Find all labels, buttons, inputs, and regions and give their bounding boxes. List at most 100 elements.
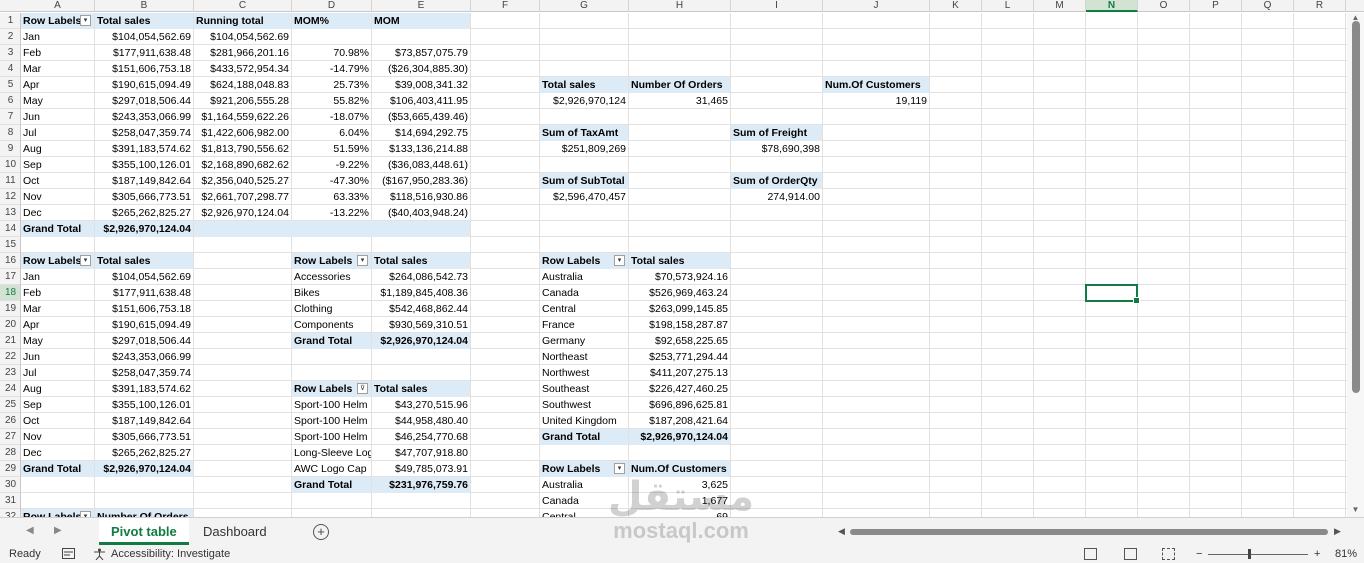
pivot-mom-cell[interactable]: ($167,950,283.36) [372, 173, 470, 189]
pivot-customers-value[interactable]: 3,625 [629, 477, 730, 493]
pivot-product-value[interactable]: $44,958,480.40 [372, 413, 470, 429]
pivot-category-label[interactable]: Bikes [292, 285, 371, 301]
pivot-category-label[interactable]: Accessories [292, 269, 371, 285]
pivot-mom-cell[interactable]: $151,606,753.18 [95, 61, 193, 77]
pivot-month-label[interactable]: Dec [21, 445, 94, 461]
pivot-product-label[interactable]: Sport-100 Helm [292, 397, 371, 413]
row-header-25[interactable]: 25 [0, 397, 20, 413]
pivot-mom-cell[interactable]: $1,164,559,622.26 [194, 109, 291, 125]
pivot-month-label[interactable]: Aug [21, 381, 94, 397]
pivot-mom-cell[interactable]: Aug [21, 141, 94, 157]
column-header-l[interactable]: L [982, 0, 1034, 12]
row-header-29[interactable]: 29 [0, 461, 20, 477]
pivot-mom-cell[interactable]: $190,615,094.49 [95, 77, 193, 93]
pivot-mom-cell[interactable]: Dec [21, 205, 94, 221]
pivot-mom-cell[interactable]: ($40,403,948.24) [372, 205, 470, 221]
pivot-product-label[interactable]: Sport-100 Helm [292, 413, 371, 429]
pivot-mom-cell[interactable]: $281,966,201.16 [194, 45, 291, 61]
column-header-n[interactable]: N [1086, 0, 1138, 12]
pivot-month-value[interactable]: $243,353,066.99 [95, 349, 193, 365]
pivot-region-value[interactable]: $526,969,463.24 [629, 285, 730, 301]
pivot-mom-cell[interactable]: $187,149,842.64 [95, 173, 193, 189]
pivot-month-label[interactable]: Jun [21, 349, 94, 365]
pivot-mom-cell[interactable]: $106,403,411.95 [372, 93, 470, 109]
pivot-region-label[interactable]: Central [540, 301, 628, 317]
pivot-category-filter-button[interactable]: ▾ [357, 255, 368, 266]
pivot-product-value[interactable]: $46,254,770.68 [372, 429, 470, 445]
row-header-19[interactable]: 19 [0, 301, 20, 317]
pivot-customers-filter-button[interactable]: ▾ [614, 463, 625, 474]
pivot-mom-cell[interactable]: $133,136,214.88 [372, 141, 470, 157]
pivot-mom-cell[interactable]: 51.59% [292, 141, 371, 157]
row-header-7[interactable]: 7 [0, 109, 20, 125]
pivot-product-grand-total-value[interactable]: $231,976,759.76 [372, 477, 470, 493]
normal-view-icon[interactable] [1084, 548, 1097, 560]
pivot-region-label[interactable]: Southwest [540, 397, 628, 413]
pivot-mom-cell[interactable]: $243,353,066.99 [95, 109, 193, 125]
pivot-mom-cell[interactable]: -9.22% [292, 157, 371, 173]
pivot-month-grand-total-label[interactable]: Grand Total [21, 461, 94, 477]
pivot-customers-label[interactable]: Central [540, 509, 628, 517]
pivot-mom-cell[interactable]: $258,047,359.74 [95, 125, 193, 141]
row-header-16[interactable]: 16 [0, 253, 20, 269]
pivot-category-label[interactable]: Components [292, 317, 371, 333]
pivot-category-value[interactable]: $1,189,845,408.36 [372, 285, 470, 301]
pivot-month-value[interactable]: $258,047,359.74 [95, 365, 193, 381]
pivot-month-value[interactable]: $305,666,773.51 [95, 429, 193, 445]
stat-total-sales-label[interactable]: Total sales [540, 77, 628, 93]
pivot-mom-cell[interactable]: Jan [21, 29, 94, 45]
pivot-region-label[interactable]: United Kingdom [540, 413, 628, 429]
pivot-mom-cell[interactable]: $39,008,341.32 [372, 77, 470, 93]
accessibility-status[interactable]: Accessibility: Investigate [111, 548, 230, 561]
pivot-region-value[interactable]: $696,896,625.81 [629, 397, 730, 413]
pivot-month-label[interactable]: Mar [21, 301, 94, 317]
pivot-region-value[interactable]: $70,573,924.16 [629, 269, 730, 285]
column-header-p[interactable]: P [1190, 0, 1242, 12]
pivot-mom-cell[interactable]: $2,661,707,298.77 [194, 189, 291, 205]
row-header-9[interactable]: 9 [0, 141, 20, 157]
row-header-11[interactable]: 11 [0, 173, 20, 189]
page-break-view-icon[interactable] [1162, 548, 1175, 560]
scroll-left-arrow[interactable]: ◀ [838, 526, 845, 537]
pivot-region-label[interactable]: Northeast [540, 349, 628, 365]
pivot-product-filter-active-icon[interactable]: ⊽ [357, 383, 368, 394]
pivot-customers-value[interactable]: 1,677 [629, 493, 730, 509]
pivot-mom-cell[interactable]: $14,694,292.75 [372, 125, 470, 141]
pivot-month-header-sales[interactable]: Total sales [95, 253, 193, 269]
row-header-5[interactable]: 5 [0, 77, 20, 93]
pivot-customers-label[interactable]: Australia [540, 477, 628, 493]
column-header-m[interactable]: M [1034, 0, 1086, 12]
pivot-mom-cell[interactable]: -18.07% [292, 109, 371, 125]
pivot-mom-grand-total-label[interactable]: Grand Total [21, 221, 94, 237]
column-header-r[interactable]: R [1294, 0, 1346, 12]
pivot-month-value[interactable]: $355,100,126.01 [95, 397, 193, 413]
pivot-month-filter-button[interactable]: ▾ [80, 255, 91, 266]
pivot-mom-header-3[interactable]: MOM% [292, 13, 371, 29]
column-header-g[interactable]: G [540, 0, 629, 12]
pivot-region-value[interactable]: $92,658,225.65 [629, 333, 730, 349]
pivot-category-header-sales[interactable]: Total sales [372, 253, 470, 269]
column-header-j[interactable]: J [823, 0, 930, 12]
row-header-2[interactable]: 2 [0, 29, 20, 45]
pivot-mom-cell[interactable]: $104,054,562.69 [194, 29, 291, 45]
pivot-region-value[interactable]: $253,771,294.44 [629, 349, 730, 365]
vertical-scroll-thumb[interactable] [1352, 21, 1360, 393]
column-header-c[interactable]: C [194, 0, 292, 12]
row-header-21[interactable]: 21 [0, 333, 20, 349]
pivot-mom-header-1[interactable]: Total sales [95, 13, 193, 29]
pivot-mom-cell[interactable]: 70.98% [292, 45, 371, 61]
row-header-3[interactable]: 3 [0, 45, 20, 61]
pivot-month-label[interactable]: Apr [21, 317, 94, 333]
column-header-k[interactable]: K [930, 0, 982, 12]
row-header-32[interactable]: 32 [0, 509, 20, 517]
pivot-category-value[interactable]: $542,468,862.44 [372, 301, 470, 317]
pivot-region-label[interactable]: Canada [540, 285, 628, 301]
horizontal-scrollbar[interactable]: ◀ ▶ [838, 526, 1344, 538]
column-header-h[interactable]: H [629, 0, 731, 12]
sheet-tab-dashboard[interactable]: Dashboard [191, 518, 279, 545]
pivot-mom-filter-button[interactable]: ▾ [80, 15, 91, 26]
zoom-level[interactable]: 81% [1335, 548, 1357, 561]
pivot-month-value[interactable]: $297,018,506.44 [95, 333, 193, 349]
pivot-mom-cell[interactable]: $921,206,555.28 [194, 93, 291, 109]
pivot-mom-cell[interactable]: $104,054,562.69 [95, 29, 193, 45]
